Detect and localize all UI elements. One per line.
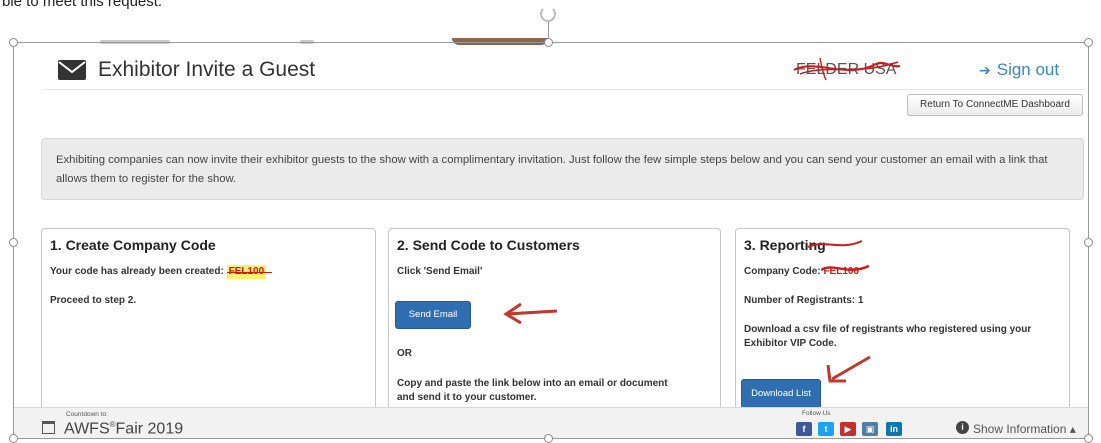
download-description: Download a csv file of registrants who r… [744,324,1032,349]
company-code-row: Company Code: FEL100 [744,264,1061,279]
proceed-text: Proceed to step 2. [50,295,137,306]
page-header: Exhibitor Invite a Guest FELDER USA ➔ Sig… [44,52,1084,88]
send-instruction: Click 'Send Email' [397,266,483,277]
resize-handle[interactable] [1084,38,1093,47]
fair-name: AWFS®Fair 2019 [64,420,183,438]
cropped-decoration [100,40,170,44]
page-title: Exhibitor Invite a Guest [98,58,316,81]
resize-handle[interactable] [544,38,553,47]
annotation-arrow [503,302,558,325]
panel-title: 1. Create Company Code [50,237,216,253]
download-list-button[interactable]: Download List [741,379,821,409]
rotation-line [548,20,549,38]
footer-bar: Countdown to: AWFS®Fair 2019 Follow Us f… [14,407,1088,438]
twitter-icon[interactable]: t [818,422,834,436]
or-text: OR [397,348,412,359]
redaction-scribble [821,264,870,272]
envelope-icon [58,60,86,80]
resize-handle[interactable] [544,434,553,443]
company-code: FEL100 [821,264,870,277]
resize-handle[interactable] [9,238,18,247]
header-divider [44,89,1084,90]
company-code-label: Company Code: [744,266,821,277]
fair-name-suffix: Fair 2019 [115,420,184,438]
rotate-handle-icon[interactable] [540,6,556,22]
instagram-icon[interactable]: ▣ [862,422,878,436]
calendar-icon [42,421,55,434]
annotation-arrow [826,355,871,383]
resize-handle[interactable] [9,38,18,47]
resize-handle[interactable] [1084,238,1093,247]
sign-out-link[interactable]: ➔ Sign out [979,60,1059,80]
create-code-panel: 1. Create Company Code Your code has alr… [41,228,376,418]
panel-title: 3. Reporting [744,237,826,253]
copy-link-text: Copy and paste the link below into an em… [397,378,668,403]
info-banner: Exhibiting companies can now invite thei… [41,138,1084,200]
show-information-toggle[interactable]: Show Information ▴ [973,422,1076,436]
code-created-label: Your code has already been created: [50,266,224,277]
sign-out-icon: ➔ [979,62,991,78]
send-email-button[interactable]: Send Email [395,301,471,329]
cropped-decoration [452,38,548,45]
countdown-label: Countdown to: [66,411,108,418]
youtube-icon[interactable]: ▶ [840,422,856,436]
resize-handle[interactable] [1084,434,1093,443]
facebook-icon[interactable]: f [796,422,812,436]
follow-label: Follow Us [802,410,831,417]
company-code: FEL100 [226,265,272,279]
resize-handle[interactable] [9,434,18,443]
panel-title: 2. Send Code to Customers [397,237,580,253]
reporting-panel: 3. Reporting Company Code: FEL100 Number… [735,228,1070,418]
sign-out-label: Sign out [996,60,1060,79]
cropped-text: ble to meet this request. [2,0,163,10]
info-icon: i [956,421,969,434]
redaction-scribble [807,240,863,248]
cropped-decoration [300,40,314,44]
return-to-dashboard-button[interactable]: Return To ConnectME Dashboard [907,94,1083,116]
fair-name-prefix: AWFS [64,420,110,438]
send-code-panel: 2. Send Code to Customers Click 'Send Em… [388,228,721,418]
linkedin-icon[interactable]: in [886,422,902,436]
code-created-text: Your code has already been created: FEL1… [50,265,367,279]
redaction-scribble [793,57,901,81]
registrants-count: Number of Registrants: 1 [744,295,864,306]
